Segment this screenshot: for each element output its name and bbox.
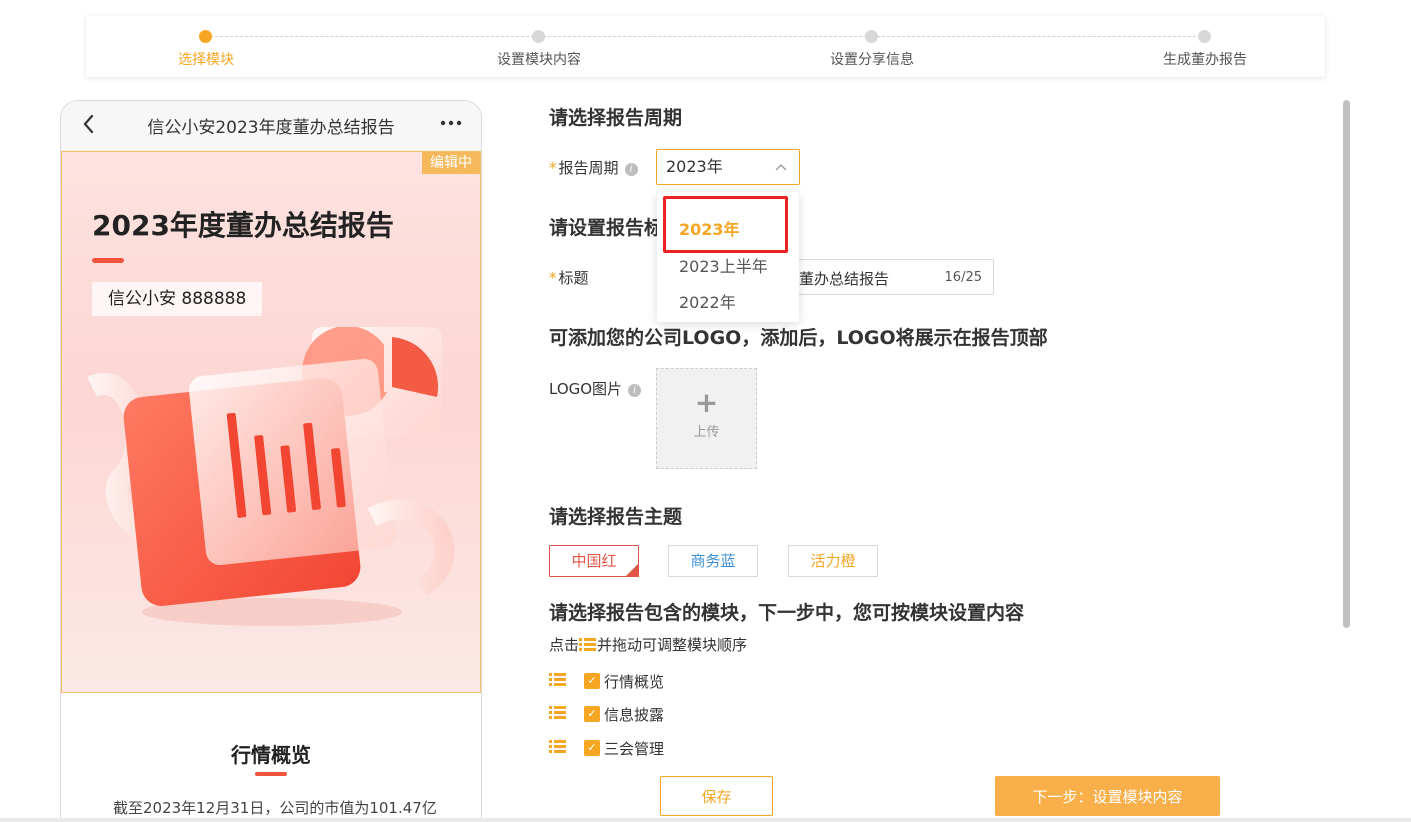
module-row: ✓ 行情概览 <box>549 670 664 692</box>
drag-handle-icon[interactable] <box>549 704 567 724</box>
logo-heading: 可添加您的公司LOGO，添加后，LOGO将展示在报告顶部 <box>549 327 1048 349</box>
chevron-up-icon <box>775 150 787 197</box>
preview-header: 信公小安2023年度董办总结报告 <box>61 101 481 151</box>
chevron-left-icon[interactable] <box>81 113 95 141</box>
period-select[interactable]: 2023年 <box>656 149 800 185</box>
module-label: 信息披露 <box>604 705 665 724</box>
module-row: ✓ 三会管理 <box>549 737 664 759</box>
step-dot-4 <box>1198 30 1211 43</box>
title-heading: 请设置报告标 <box>549 217 664 239</box>
more-dots-icon[interactable] <box>439 109 463 137</box>
next-step-button[interactable]: 下一步：设置模块内容 <box>995 776 1220 816</box>
stepper: 选择模块 设置模块内容 设置分享信息 生成董办报告 <box>86 16 1325 77</box>
module-label: 行情概览 <box>604 672 665 691</box>
period-label-text: 报告周期 <box>558 159 619 177</box>
drag-list-icon <box>579 636 597 656</box>
period-select-value: 2023年 <box>666 157 723 176</box>
period-option[interactable]: 2023上半年 <box>679 253 768 277</box>
editing-badge: 编辑中 <box>422 152 480 174</box>
step-dot-2 <box>532 30 545 43</box>
highlight-box <box>663 196 788 253</box>
module-checkbox[interactable]: ✓ <box>584 673 600 689</box>
modules-hint: 点击 并拖动可调整模块顺序 <box>549 634 747 656</box>
cover-company: 信公小安 888888 <box>92 282 263 316</box>
theme-blue-button[interactable]: 商务蓝 <box>668 545 758 577</box>
cover-accent-bar <box>92 258 124 263</box>
scrollbar-thumb[interactable] <box>1343 100 1350 628</box>
theme-red-button[interactable]: 中国红 <box>549 545 639 577</box>
step-label-2[interactable]: 设置模块内容 <box>497 49 581 69</box>
drag-handle-icon[interactable] <box>549 738 567 758</box>
title-char-count: 16/25 <box>944 270 982 285</box>
module-checkbox[interactable]: ✓ <box>584 706 600 722</box>
info-icon[interactable]: i <box>624 163 638 176</box>
logo-upload[interactable]: + 上传 <box>656 368 757 469</box>
bottom-divider <box>0 818 1411 822</box>
theme-heading: 请选择报告主题 <box>549 506 683 528</box>
theme-red-label: 中国红 <box>571 552 617 570</box>
step-connector <box>877 36 1201 37</box>
module-checkbox[interactable]: ✓ <box>584 740 600 756</box>
required-mark: * <box>549 159 557 177</box>
chart-illustration-icon <box>87 327 455 626</box>
period-heading: 请选择报告周期 <box>549 107 683 129</box>
step-label-4[interactable]: 生成董办报告 <box>1163 49 1247 69</box>
logo-label: LOGO图片 i <box>549 378 642 399</box>
selected-corner-icon <box>625 563 639 577</box>
module-row: ✓ 信息披露 <box>549 703 664 725</box>
report-preview: 信公小安2023年度董办总结报告 编辑中 2023年度董办总结报告 信公小安 8… <box>60 100 482 822</box>
title-input[interactable]: 董办总结报告 16/25 <box>790 259 994 295</box>
section-accent-bar <box>255 772 287 776</box>
step-label-1[interactable]: 选择模块 <box>178 49 234 69</box>
period-label: * 报告周期 i <box>549 157 638 178</box>
preview-title: 信公小安2023年度董办总结报告 <box>147 118 395 138</box>
plus-icon: + <box>694 386 719 419</box>
theme-orange-button[interactable]: 活力橙 <box>788 545 878 577</box>
section-text: 截至2023年12月31日，公司的市值为101.47亿 <box>113 799 437 817</box>
step-connector <box>543 36 867 37</box>
title-input-value: 董办总结报告 <box>799 270 890 288</box>
hint-suffix: 并拖动可调整模块顺序 <box>597 636 748 654</box>
modules-heading: 请选择报告包含的模块，下一步中，您可按模块设置内容 <box>549 602 1025 624</box>
title-label-text: 标题 <box>558 269 589 287</box>
step-connector <box>210 36 534 37</box>
module-label: 三会管理 <box>604 739 665 758</box>
period-option[interactable]: 2022年 <box>679 289 736 313</box>
info-icon[interactable]: i <box>628 384 642 397</box>
report-cover[interactable]: 编辑中 2023年度董办总结报告 信公小安 888888 <box>61 151 481 693</box>
cover-title: 2023年度董办总结报告 <box>92 209 394 242</box>
hint-prefix: 点击 <box>549 636 580 654</box>
drag-handle-icon[interactable] <box>549 671 567 691</box>
step-dot-1 <box>199 30 212 43</box>
section-title: 行情概览 <box>231 743 311 767</box>
step-dot-3 <box>865 30 878 43</box>
required-mark: * <box>549 269 557 287</box>
save-button[interactable]: 保存 <box>660 776 773 816</box>
upload-label: 上传 <box>693 425 720 440</box>
logo-label-text: LOGO图片 <box>549 380 623 398</box>
step-label-3[interactable]: 设置分享信息 <box>830 49 914 69</box>
title-label: * 标题 <box>549 267 589 288</box>
